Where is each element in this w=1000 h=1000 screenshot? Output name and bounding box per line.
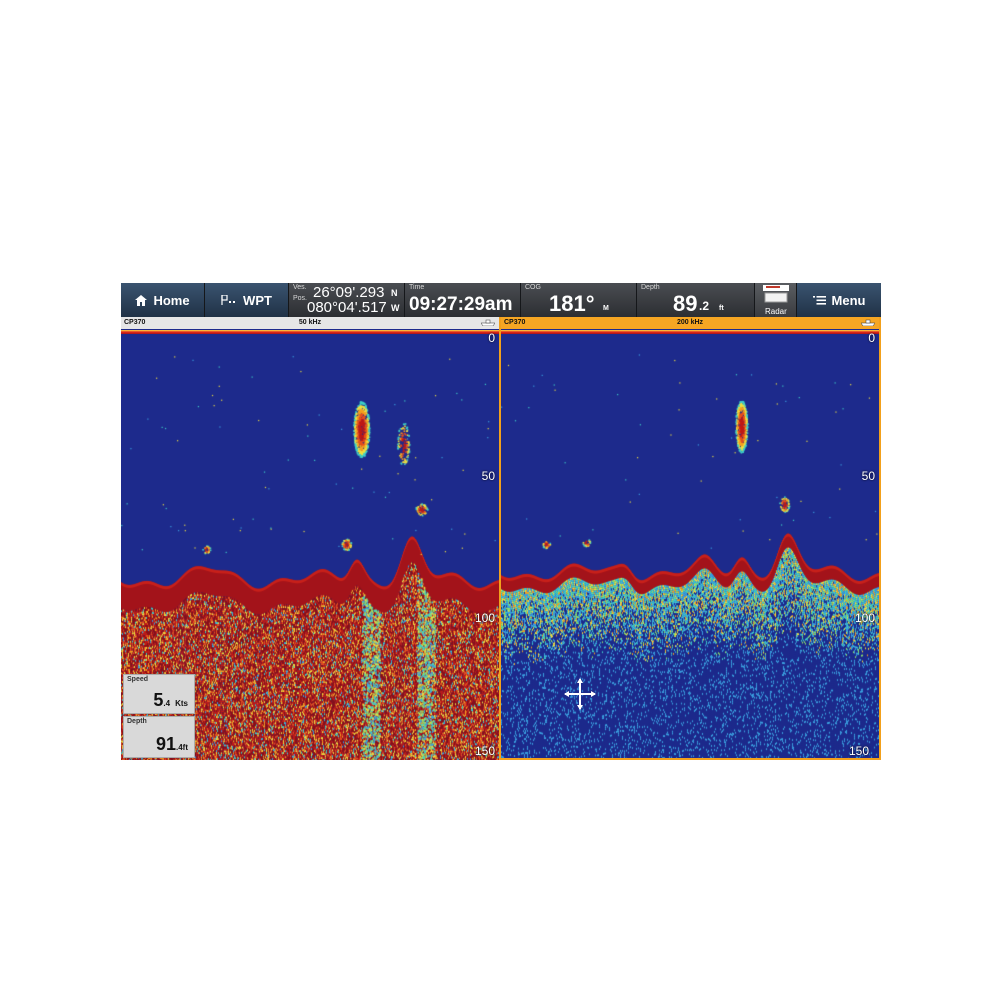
sonar-echo-image [501,334,879,758]
longitude-dir: W [391,303,400,313]
depth-scale-150: 150 [474,744,495,758]
cog-cell[interactable]: COG 181° M [521,283,637,317]
radar-thumbnail-icon [763,285,789,303]
waypoint-icon [221,294,236,305]
depth-box-decimal: .4 [176,743,183,752]
depth-box-unit: ft [182,743,188,752]
sonar-panel-50khz[interactable]: CP370 50 kHz 0 50 100 150 Speed 5.4 Kts … [121,317,499,760]
time-label: Time [409,284,425,291]
depth-scale-50: 50 [861,469,875,483]
depth-decimal: .2 [699,299,710,313]
depth-scale-50: 50 [481,469,495,483]
panel-header: CP370 50 kHz [121,317,499,329]
time-value: 09:27:29am [409,294,513,315]
depth-box-int: 91 [155,734,176,754]
depth-value: 89 [673,291,698,316]
radar-button[interactable]: Radar [755,283,797,317]
home-icon [135,294,148,306]
speed-decimal: .4 [163,699,171,708]
fishfinder-display: Home WPT Ves. Pos. 26°09'.293 N 080°04'.… [121,283,881,760]
depth-scale-0: 0 [488,331,495,345]
wpt-label: WPT [243,292,272,308]
pos-label: Pos. [293,295,308,302]
speed-label: Speed [127,676,149,683]
speed-int: 5 [153,690,164,710]
depth-box-value: 91.4ft [156,734,188,755]
depth-label: Depth [641,284,660,291]
ves-label: Ves. [293,284,307,291]
radar-label: Radar [765,307,787,316]
boat-icon [481,319,495,326]
frequency-label: 50 kHz [298,319,322,326]
wpt-button[interactable]: WPT [205,283,289,317]
time-cell[interactable]: Time 09:27:29am [405,283,521,317]
depth-scale-0: 0 [868,331,875,345]
crosshair-cursor-icon[interactable] [564,678,596,710]
speed-value: 5.4 Kts [153,690,188,711]
cog-value: 181° [549,291,595,316]
longitude-value: 080°04'.517 [307,299,387,316]
model-label: CP370 [124,319,146,326]
sonar-panel-200khz[interactable]: CP370 200 kHz 0 50 100 150 [499,317,881,760]
panel-header-active: CP370 200 kHz [501,317,879,329]
menu-icon [812,296,826,305]
depth-scale-100: 100 [854,611,875,625]
depth-cell[interactable]: Depth 89 .2 ft [637,283,755,317]
depth-unit: ft [719,305,724,312]
top-bar: Home WPT Ves. Pos. 26°09'.293 N 080°04'.… [121,283,881,317]
cog-unit: M [603,305,609,312]
frequency-label: 200 kHz [676,319,704,326]
depth-box-label: Depth [127,718,147,725]
model-label: CP370 [504,319,526,326]
speed-databox[interactable]: Speed 5.4 Kts [123,674,195,714]
vessel-position-cell[interactable]: Ves. Pos. 26°09'.293 N 080°04'.517 W [289,283,405,317]
boat-icon [861,319,875,326]
speed-unit: Kts [175,699,188,708]
menu-button[interactable]: Menu [797,283,881,317]
depth-scale-100: 100 [474,611,495,625]
cog-label: COG [525,284,541,291]
latitude-dir: N [391,288,398,298]
home-label: Home [153,292,190,308]
home-button[interactable]: Home [121,283,205,317]
depth-scale-150: 150 [848,744,869,758]
depth-databox[interactable]: Depth 91.4ft [123,716,195,758]
menu-label: Menu [831,292,866,308]
